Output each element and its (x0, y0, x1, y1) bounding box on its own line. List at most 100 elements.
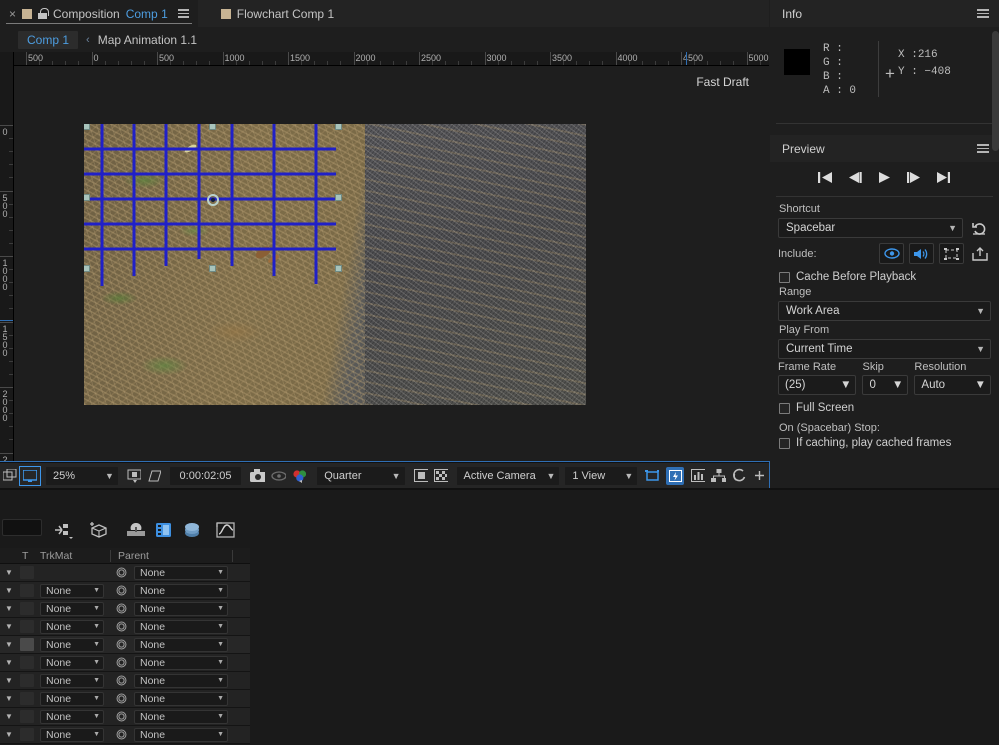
skip-select[interactable]: 0 ▼ (862, 375, 909, 395)
table-row[interactable]: ▼ None ▼ None ▼ (0, 636, 250, 654)
tab-composition-comp-1[interactable]: × Composition Comp 1 (0, 0, 198, 27)
camera-view-select[interactable]: Active Camera ▼ (456, 466, 560, 485)
full-screen-checkbox[interactable] (779, 402, 790, 414)
cached-frames-checkbox[interactable] (779, 437, 790, 449)
trkmat-select[interactable]: None ▼ (40, 636, 104, 653)
preview-resolution-select[interactable]: Auto ▼ (914, 375, 991, 395)
breadcrumb-arrow-icon[interactable]: ‹ (86, 34, 90, 46)
panel-menu-icon[interactable] (977, 9, 989, 18)
trkmat-select[interactable]: None ▼ (40, 708, 104, 725)
main-viewer-icon[interactable] (19, 465, 41, 486)
trkmat-select[interactable]: None ▼ (40, 582, 104, 599)
play-button[interactable] (878, 171, 891, 187)
parent-pickwhip-icon[interactable] (112, 726, 130, 743)
shy-layers-icon[interactable] (180, 518, 204, 542)
include-overlays-icon[interactable] (939, 243, 964, 264)
parent-select[interactable]: None ▼ (134, 564, 228, 581)
parent-select[interactable]: None ▼ (134, 636, 228, 653)
3d-renderer-icon[interactable] (88, 518, 112, 542)
expand-layer-icon[interactable]: ▼ (3, 690, 15, 707)
parent-pickwhip-icon[interactable] (112, 582, 130, 599)
selection-handle[interactable] (209, 124, 216, 130)
vertical-ruler[interactable]: 0 500 1000 1500 2000 2 (0, 52, 14, 462)
trkmat-select[interactable]: None ▼ (40, 618, 104, 635)
parent-pickwhip-icon[interactable] (112, 600, 130, 617)
selection-handle[interactable] (335, 124, 342, 130)
footage-frame[interactable] (84, 124, 586, 405)
table-row[interactable]: ▼ None ▼ (0, 564, 250, 582)
proportional-grid-icon[interactable] (144, 466, 165, 486)
include-video-icon[interactable] (879, 243, 904, 264)
expand-layer-icon[interactable]: ▼ (3, 564, 15, 581)
reset-shortcut-icon[interactable] (969, 218, 991, 238)
parent-pickwhip-icon[interactable] (112, 690, 130, 707)
cache-before-playback-row[interactable]: Cache Before Playback (779, 271, 991, 283)
table-row[interactable]: ▼ None ▼ None ▼ (0, 582, 250, 600)
toggle-pixel-aspect-icon[interactable] (642, 466, 662, 486)
expand-layer-icon[interactable]: ▼ (3, 726, 15, 743)
trkmat-select[interactable]: None ▼ (40, 654, 104, 671)
toggle-checkerboard-icon[interactable] (431, 466, 451, 486)
table-row[interactable]: ▼ None ▼ None ▼ (0, 708, 250, 726)
channel-rgb-icon[interactable] (289, 466, 310, 486)
toggle-transparency-grid-icon[interactable] (411, 466, 431, 486)
table-row[interactable]: ▼ None ▼ None ▼ (0, 726, 250, 744)
parent-pickwhip-icon[interactable] (112, 618, 130, 635)
parent-pickwhip-icon[interactable] (112, 636, 130, 653)
expand-layer-icon[interactable]: ▼ (3, 672, 15, 689)
fast-previews-icon[interactable] (666, 466, 685, 485)
table-row[interactable]: ▼ None ▼ None ▼ (0, 672, 250, 690)
include-audio-icon[interactable] (909, 243, 934, 264)
cached-frames-row[interactable]: If caching, play cached frames (779, 437, 991, 449)
selection-handle[interactable] (84, 194, 90, 201)
last-frame-button[interactable] (936, 171, 951, 187)
breadcrumb-comp-chip[interactable]: Comp 1 (18, 30, 79, 49)
next-frame-button[interactable] (906, 171, 921, 187)
region-of-interest-icon[interactable] (124, 466, 144, 486)
table-row[interactable]: ▼ None ▼ None ▼ (0, 654, 250, 672)
info-panel-scrollbar[interactable] (992, 31, 999, 159)
play-from-select[interactable]: Current Time ▼ (778, 339, 991, 359)
current-time-display[interactable]: 0:00:02:05 (170, 466, 241, 485)
shortcut-select[interactable]: Spacebar ▼ (778, 218, 963, 238)
table-row[interactable]: ▼ None ▼ None ▼ (0, 690, 250, 708)
trkmat-select[interactable]: None ▼ (40, 726, 104, 743)
selection-handle[interactable] (84, 265, 90, 272)
preview-output-icon[interactable] (969, 244, 991, 264)
magnification-ratio-select[interactable]: 25% ▼ (46, 466, 118, 485)
expand-layer-icon[interactable]: ▼ (3, 708, 15, 725)
expand-layer-icon[interactable]: ▼ (3, 600, 15, 617)
anchor-point-icon[interactable] (205, 192, 221, 208)
selection-handle[interactable] (209, 265, 216, 272)
composition-viewer-canvas[interactable]: Fast Draft (15, 67, 769, 462)
horizontal-ruler[interactable]: 500 0 500 1000 1500 2000 2500 3000 3500 4000 4500 5… (0, 52, 769, 66)
parent-select[interactable]: None ▼ (134, 582, 228, 599)
parent-select[interactable]: None ▼ (134, 618, 228, 635)
motion-blur-icon[interactable] (124, 518, 148, 542)
trkmat-select[interactable]: None ▼ (40, 690, 104, 707)
view-layout-select[interactable]: 1 View ▼ (565, 466, 638, 485)
frame-blending-icon[interactable] (152, 518, 176, 542)
layer-color-swatch[interactable] (20, 672, 34, 689)
close-icon[interactable]: × (9, 8, 16, 20)
panel-menu-icon[interactable] (177, 9, 189, 18)
parent-pickwhip-icon[interactable] (112, 564, 130, 581)
timeline-layer-list[interactable]: ▼ None ▼ ▼ None ▼ None ▼ ▼ None ▼ None ▼ ▼ None ▼ None ▼ ▼… (0, 564, 250, 745)
flowchart-icon[interactable] (708, 466, 729, 486)
range-select[interactable]: Work Area ▼ (778, 301, 991, 321)
panel-menu-icon[interactable] (977, 144, 989, 153)
trkmat-select[interactable]: None ▼ (40, 672, 104, 689)
table-row[interactable]: ▼ None ▼ None ▼ (0, 600, 250, 618)
parent-select[interactable]: None ▼ (134, 672, 228, 689)
layer-color-swatch[interactable] (20, 654, 34, 671)
exposure-plus-icon[interactable] (749, 466, 769, 486)
parent-select[interactable]: None ▼ (134, 726, 228, 743)
frame-rate-select[interactable]: (25) ▼ (778, 375, 857, 395)
layer-color-swatch[interactable] (20, 708, 34, 725)
always-preview-this-view-icon[interactable] (0, 466, 20, 486)
layer-color-swatch[interactable] (20, 690, 34, 707)
layer-switches-icon[interactable] (52, 518, 76, 542)
reset-exposure-icon[interactable] (729, 466, 749, 486)
expand-layer-icon[interactable]: ▼ (3, 618, 15, 635)
parent-select[interactable]: None ▼ (134, 690, 228, 707)
